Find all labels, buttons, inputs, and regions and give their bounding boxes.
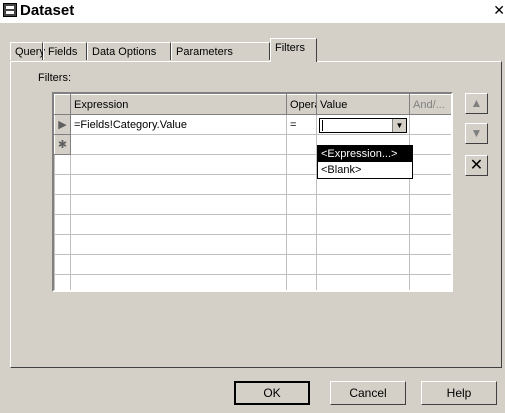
grid-header-row: Expression Operat... Value And/... — [54, 94, 451, 115]
text-caret — [322, 119, 323, 131]
value-cell[interactable]: ▼ — [316, 114, 410, 135]
table-row — [54, 274, 451, 290]
tab-query[interactable]: Query — [10, 42, 45, 60]
dropdown-option-expression[interactable]: <Expression...> — [318, 146, 412, 162]
arrow-down-icon: ▼ — [470, 126, 483, 140]
operator-cell[interactable] — [286, 134, 317, 155]
move-down-button[interactable]: ▼ — [465, 123, 488, 144]
value-dropdown-list: <Expression...> <Blank> — [317, 145, 413, 179]
delete-filter-button[interactable]: ✕ — [465, 155, 488, 176]
move-up-button[interactable]: ▲ — [465, 93, 488, 114]
table-row — [54, 214, 451, 235]
tab-fields[interactable]: Fields — [43, 42, 87, 60]
dropdown-option-blank[interactable]: <Blank> — [318, 162, 412, 178]
operator-cell[interactable]: = — [286, 114, 317, 135]
value-combobox[interactable]: ▼ — [319, 117, 407, 133]
and-or-cell[interactable] — [409, 114, 451, 135]
table-row — [54, 254, 451, 275]
close-icon[interactable]: ✕ — [493, 2, 505, 18]
table-row — [54, 194, 451, 215]
and-or-cell[interactable] — [409, 134, 451, 155]
new-row-asterisk-icon: ✱ — [54, 134, 71, 155]
table-row — [54, 234, 451, 255]
title-bar[interactable]: Dataset ✕ — [0, 0, 505, 23]
window-title: Dataset — [20, 2, 75, 19]
expression-cell[interactable]: =Fields!Category.Value — [70, 114, 287, 135]
filters-grid[interactable]: Expression Operat... Value And/... ▶ =Fi… — [52, 92, 453, 292]
dataset-icon — [3, 3, 17, 17]
column-header-and-or[interactable]: And/... — [409, 94, 451, 115]
dataset-dialog: Dataset ✕ Query Fields Data Options Para… — [0, 0, 505, 413]
delete-x-icon: ✕ — [469, 157, 484, 174]
table-row[interactable]: ▶ =Fields!Category.Value = ▼ — [54, 114, 451, 135]
tab-filters[interactable]: Filters — [270, 38, 317, 62]
arrow-up-icon: ▲ — [470, 96, 483, 110]
tab-parameters[interactable]: Parameters — [171, 42, 270, 60]
help-button[interactable]: Help — [421, 381, 497, 405]
chevron-down-icon[interactable]: ▼ — [392, 118, 406, 132]
column-header-value[interactable]: Value — [316, 94, 410, 115]
filters-label: Filters: — [38, 72, 71, 84]
tab-data-options[interactable]: Data Options — [87, 42, 171, 60]
ok-button[interactable]: OK — [234, 381, 310, 405]
grid-corner — [54, 94, 71, 115]
expression-cell[interactable] — [70, 134, 287, 155]
column-header-expression[interactable]: Expression — [70, 94, 287, 115]
cancel-button[interactable]: Cancel — [330, 381, 406, 405]
column-header-operator[interactable]: Operat... — [286, 94, 317, 115]
current-row-marker-icon: ▶ — [54, 114, 71, 135]
